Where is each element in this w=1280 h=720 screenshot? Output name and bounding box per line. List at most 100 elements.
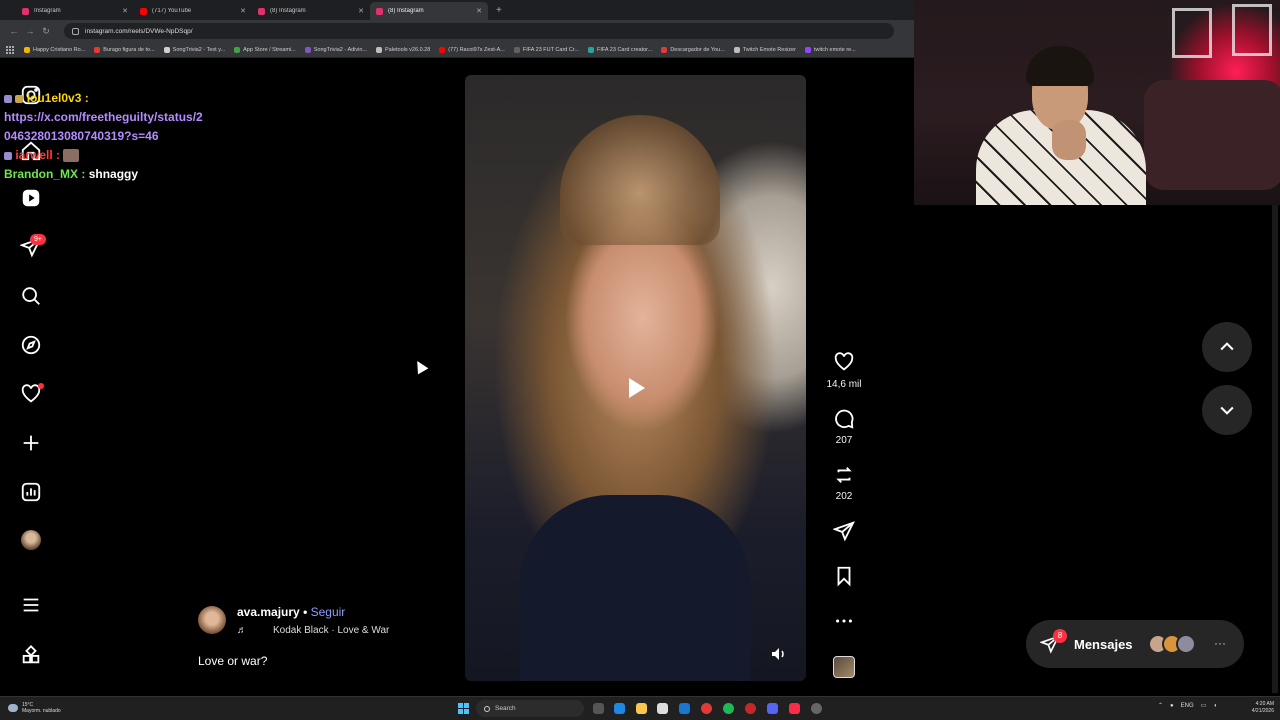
plus-icon[interactable]: + <box>496 5 502 16</box>
chat-username: iarwell : <box>15 148 61 162</box>
also-from-meta-icon[interactable] <box>20 644 42 666</box>
reload-icon[interactable]: ↻ <box>40 26 52 37</box>
creator-avatar[interactable] <box>198 606 226 634</box>
app-icon[interactable] <box>811 703 822 714</box>
bookmark[interactable]: Twitch Emote Resizer <box>733 46 796 53</box>
bookmark[interactable]: FIFA 23 FUT Card Cr... <box>513 46 579 53</box>
bookmark[interactable]: SongTrivia2 - Adivin... <box>304 46 367 53</box>
close-tab-icon[interactable]: ✕ <box>240 7 246 15</box>
forward-arrow-icon[interactable]: → <box>24 26 36 36</box>
bookmark-favicon-icon <box>804 46 811 53</box>
bookmark[interactable]: FIFA 23 Card creator... <box>587 46 652 53</box>
chat-username: Brandon_MX : <box>4 167 86 181</box>
weather-desc: Mayorm. nublado <box>22 708 61 714</box>
page-scrollbar[interactable] <box>1272 205 1278 693</box>
browser-tab[interactable]: Instagram ✕ <box>16 2 134 20</box>
creator-info: ava.majury • Seguir <box>237 605 345 619</box>
bookmark[interactable]: App Store / Streami... <box>234 46 296 53</box>
comment-icon[interactable] <box>832 407 856 431</box>
search-placeholder: Search <box>495 705 516 712</box>
create-plus-icon[interactable] <box>20 432 42 454</box>
chat-link-continued[interactable]: 046328013080740319?s=46 <box>4 127 244 146</box>
save-bookmark-icon[interactable] <box>832 564 856 588</box>
search-icon[interactable] <box>20 285 42 307</box>
bookmark[interactable]: Happy Cristiano Ro... <box>24 46 85 53</box>
bookmark[interactable]: (77) Racoi97s Zest-A... <box>439 46 505 53</box>
browser-tab-active[interactable]: (8) Instagram ✕ <box>370 2 488 20</box>
microphone-icon[interactable]: ● <box>1170 703 1174 709</box>
reel-caption: Love or war? <box>198 654 268 668</box>
edge-icon[interactable] <box>614 703 625 714</box>
windows-taskbar: 15°C Mayorm. nublado Search ⌃ ● ENG ▭ ◖ … <box>0 696 1280 720</box>
bookmark[interactable]: twitch emote re... <box>804 46 856 53</box>
spotify-icon[interactable] <box>723 703 734 714</box>
explore-compass-icon[interactable] <box>20 334 42 356</box>
weather-widget[interactable]: 15°C Mayorm. nublado <box>8 702 61 714</box>
chat-badge-icon <box>4 94 12 103</box>
chrome-icon[interactable] <box>701 703 712 714</box>
browser-tab[interactable]: (8) Instagram ✕ <box>252 2 370 20</box>
chevron-up-icon[interactable]: ⌃ <box>1158 702 1163 709</box>
creator-username[interactable]: ava.majury <box>237 605 300 619</box>
bookmark-favicon-icon <box>513 46 520 53</box>
chat-link[interactable]: https://x.com/freetheguilty/status/2 <box>4 108 244 127</box>
store-icon[interactable] <box>657 703 668 714</box>
clock-date: 4/21/2026 <box>1251 708 1274 714</box>
reels-icon[interactable] <box>20 187 42 209</box>
back-arrow-icon[interactable]: ← <box>8 26 20 36</box>
next-reel-button[interactable] <box>1202 385 1252 435</box>
close-tab-icon[interactable]: ✕ <box>476 7 482 15</box>
like-heart-icon[interactable] <box>832 350 856 374</box>
bookmark-favicon-icon <box>163 46 170 53</box>
chat-emote-icon <box>63 149 80 163</box>
repost-count: 202 <box>835 491 853 502</box>
messages-drawer-button[interactable]: 8 Mensajes ··· <box>1026 620 1244 668</box>
messages-badge: 9+ <box>30 234 46 245</box>
repost-icon[interactable] <box>832 463 856 487</box>
tab-title: Instagram <box>34 8 61 14</box>
close-tab-icon[interactable]: ✕ <box>122 7 128 15</box>
music-icon[interactable] <box>789 703 800 714</box>
site-info-icon[interactable] <box>72 27 79 35</box>
apps-grid-icon[interactable] <box>6 45 14 54</box>
volume-icon[interactable] <box>771 647 787 661</box>
share-icon[interactable] <box>832 519 856 543</box>
obs-icon[interactable] <box>745 703 756 714</box>
dashboard-icon[interactable] <box>20 481 42 503</box>
task-view-icon[interactable] <box>593 703 604 714</box>
wall-frame <box>1172 8 1212 58</box>
more-options-icon[interactable] <box>832 609 856 633</box>
bookmark-favicon-icon <box>439 46 446 53</box>
contact-avatar <box>1176 634 1196 654</box>
browser-tab[interactable]: (717) YouTube ✕ <box>134 2 252 20</box>
language-indicator[interactable]: ENG <box>1181 703 1194 709</box>
previous-reel-button[interactable] <box>1202 322 1252 372</box>
taskbar-search-input[interactable]: Search <box>476 700 584 717</box>
url-field[interactable]: instagram.com/reels/DVWe-NpDSqp/ <box>64 23 894 39</box>
close-tab-icon[interactable]: ✕ <box>358 7 364 15</box>
bookmark[interactable]: Burago figura de to... <box>94 46 155 53</box>
audio-track[interactable]: ♬ Kodak Black · Love & War <box>237 625 389 636</box>
reel-video[interactable] <box>465 75 806 681</box>
audio-thumbnail[interactable] <box>833 656 855 678</box>
bookmark[interactable]: Paletools v26.0.28 <box>376 46 430 53</box>
more-contacts-icon: ··· <box>1214 636 1226 650</box>
menu-icon[interactable] <box>20 594 42 616</box>
bookmark-favicon-icon <box>234 46 241 53</box>
mail-icon[interactable] <box>679 703 690 714</box>
follow-button[interactable]: Seguir <box>311 605 346 619</box>
chat-message: iarwell : <box>4 146 244 165</box>
bookmark-favicon-icon <box>661 46 668 53</box>
system-clock[interactable]: 4:20 AM 4/21/2026 <box>1242 701 1274 715</box>
bookmarks-bar: Happy Cristiano Ro... Burago figura de t… <box>0 42 914 58</box>
profile-avatar[interactable] <box>21 530 41 550</box>
bookmark[interactable]: SongTrivia2 - Test y... <box>163 46 225 53</box>
volume-icon[interactable]: ◖ <box>1213 703 1217 709</box>
bookmark[interactable]: Descargador de You... <box>661 46 725 53</box>
windows-start-icon[interactable] <box>458 703 469 714</box>
play-icon[interactable] <box>629 378 645 398</box>
file-explorer-icon[interactable] <box>636 703 647 714</box>
network-icon[interactable]: ▭ <box>1201 702 1207 709</box>
search-icon <box>484 705 490 712</box>
discord-icon[interactable] <box>767 703 778 714</box>
